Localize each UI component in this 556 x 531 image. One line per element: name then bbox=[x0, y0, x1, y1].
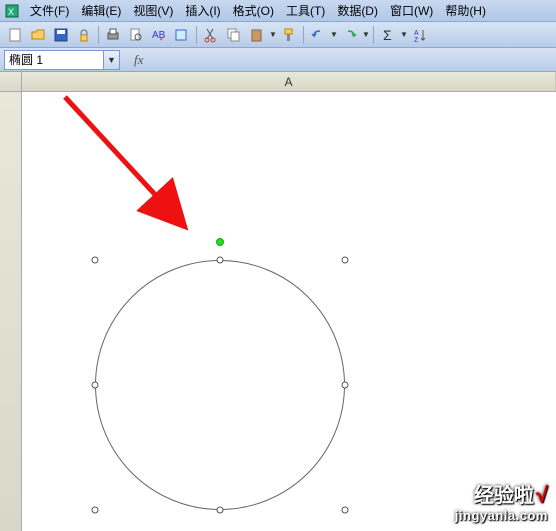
separator bbox=[373, 26, 374, 44]
separator bbox=[196, 26, 197, 44]
menu-view[interactable]: 视图(V) bbox=[127, 0, 179, 21]
svg-text:✓: ✓ bbox=[159, 34, 166, 43]
svg-text:Z: Z bbox=[414, 37, 419, 43]
menu-tools[interactable]: 工具(T) bbox=[280, 0, 331, 21]
redo-dropdown[interactable]: ▼ bbox=[362, 24, 370, 46]
rotation-handle[interactable] bbox=[216, 238, 224, 246]
resize-handle-w[interactable] bbox=[92, 382, 99, 389]
resize-handle-e[interactable] bbox=[342, 382, 349, 389]
resize-handle-sw[interactable] bbox=[92, 507, 99, 514]
new-button[interactable] bbox=[4, 24, 26, 46]
save-button[interactable] bbox=[50, 24, 72, 46]
resize-handle-s[interactable] bbox=[217, 507, 224, 514]
menu-format[interactable]: 格式(O) bbox=[227, 0, 280, 21]
menu-bar: X 文件(F) 编辑(E) 视图(V) 插入(I) 格式(O) 工具(T) 数据… bbox=[0, 0, 556, 22]
svg-text:X: X bbox=[8, 7, 14, 17]
menu-data[interactable]: 数据(D) bbox=[331, 0, 384, 21]
name-box[interactable]: 椭圆 1 bbox=[4, 50, 104, 70]
menu-insert[interactable]: 插入(I) bbox=[179, 0, 226, 21]
watermark-title: 经验啦 bbox=[474, 485, 534, 507]
column-header-a[interactable]: A bbox=[22, 72, 556, 91]
ellipse-shape[interactable] bbox=[95, 260, 345, 510]
name-box-dropdown[interactable]: ▼ bbox=[104, 50, 120, 70]
annotation-arrow bbox=[50, 82, 230, 252]
separator bbox=[98, 26, 99, 44]
fx-label[interactable]: fx bbox=[134, 52, 143, 68]
resize-handle-nw[interactable] bbox=[92, 257, 99, 264]
autosum-button[interactable]: Σ bbox=[377, 24, 399, 46]
sheet-canvas[interactable]: 经验啦√ jingyanla.com bbox=[22, 92, 556, 531]
resize-handle-n[interactable] bbox=[217, 257, 224, 264]
paste-button[interactable] bbox=[246, 24, 268, 46]
research-button[interactable] bbox=[171, 24, 193, 46]
undo-button[interactable] bbox=[307, 24, 329, 46]
formula-bar-row: 椭圆 1 ▼ fx bbox=[0, 48, 556, 72]
preview-button[interactable] bbox=[125, 24, 147, 46]
separator bbox=[303, 26, 304, 44]
standard-toolbar: AB✓ ▼ ▼ ▼ Σ ▼ AZ bbox=[0, 22, 556, 48]
format-painter-button[interactable] bbox=[278, 24, 300, 46]
redo-button[interactable] bbox=[339, 24, 361, 46]
open-button[interactable] bbox=[27, 24, 49, 46]
cut-button[interactable] bbox=[200, 24, 222, 46]
watermark: 经验啦√ jingyanla.com bbox=[455, 479, 548, 523]
column-header-row: A bbox=[0, 72, 556, 92]
menu-window[interactable]: 窗口(W) bbox=[384, 0, 439, 21]
sort-button[interactable]: AZ bbox=[409, 24, 431, 46]
resize-handle-ne[interactable] bbox=[342, 257, 349, 264]
svg-text:A: A bbox=[414, 30, 419, 37]
resize-handle-se[interactable] bbox=[342, 507, 349, 514]
undo-dropdown[interactable]: ▼ bbox=[330, 24, 338, 46]
row-header-gutter[interactable] bbox=[0, 92, 22, 531]
print-button[interactable] bbox=[102, 24, 124, 46]
menu-help[interactable]: 帮助(H) bbox=[439, 0, 492, 21]
spell-button[interactable]: AB✓ bbox=[148, 24, 170, 46]
formula-input[interactable] bbox=[143, 50, 552, 70]
watermark-url: jingyanla.com bbox=[455, 508, 548, 523]
menu-edit[interactable]: 编辑(E) bbox=[75, 0, 127, 21]
select-all-corner[interactable] bbox=[0, 72, 22, 91]
menu-file[interactable]: 文件(F) bbox=[24, 0, 75, 21]
copy-button[interactable] bbox=[223, 24, 245, 46]
paste-dropdown[interactable]: ▼ bbox=[269, 24, 277, 46]
permission-button[interactable] bbox=[73, 24, 95, 46]
autosum-dropdown[interactable]: ▼ bbox=[400, 24, 408, 46]
svg-text:Σ: Σ bbox=[383, 27, 392, 43]
check-icon: √ bbox=[536, 482, 548, 507]
excel-icon: X bbox=[4, 3, 20, 19]
worksheet-area: 经验啦√ jingyanla.com bbox=[0, 92, 556, 531]
